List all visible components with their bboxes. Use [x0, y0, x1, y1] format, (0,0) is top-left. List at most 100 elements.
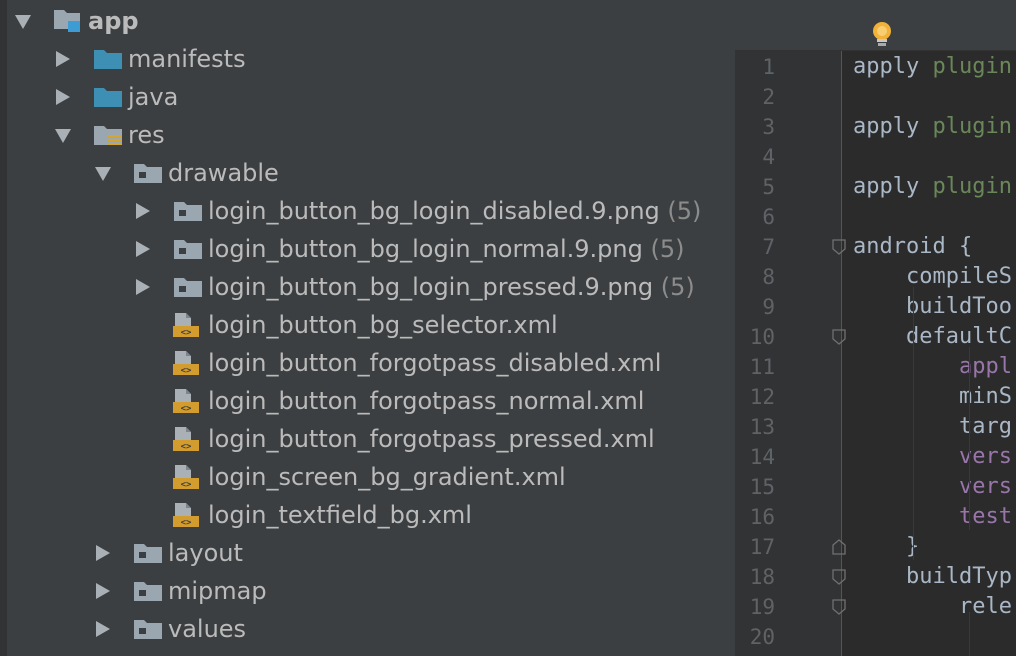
tree-row[interactable]: <> login_button_bg_selector.xml	[0, 306, 735, 344]
line-number: 6	[762, 205, 775, 229]
svg-text:<>: <>	[181, 366, 192, 375]
tree-row[interactable]: <> login_textfield_bg.xml	[0, 496, 735, 534]
xml-file-icon: <>	[171, 503, 201, 528]
tree-row-label: login_button_forgotpass_pressed.xml	[208, 423, 655, 455]
gray-folder-icon	[173, 275, 203, 299]
tree-row[interactable]: app	[0, 2, 735, 40]
code-editor[interactable]: 1 2 3 4 5 6 7 8 9 10 11 12 13 14 15 16 17 18 19 20 apply pl…	[735, 0, 1016, 656]
code-token: plugin	[932, 174, 1012, 199]
collapse-arrow-icon[interactable]	[55, 129, 71, 143]
tree-row-label: login_button_bg_login_disabled.9.png (5)	[208, 195, 701, 227]
code-line[interactable]: defaultC	[853, 322, 1012, 352]
tree-row[interactable]: login_button_bg_login_normal.9.png (5)	[0, 230, 735, 268]
code-line[interactable]: rele	[853, 592, 1012, 622]
line-number: 2	[762, 85, 775, 109]
tree-row[interactable]: manifests	[0, 40, 735, 78]
code-token: vers	[958, 474, 1012, 499]
xml-file-icon: <>	[171, 389, 201, 414]
tree-item-name: login_button_bg_login_pressed.9.png	[208, 273, 654, 301]
tree-row[interactable]: <> login_button_forgotpass_pressed.xml	[0, 420, 735, 458]
tree-item-name: login_button_bg_selector.xml	[208, 311, 558, 339]
code-line[interactable]: compileS	[853, 262, 1012, 292]
tree-item-name: manifests	[128, 45, 246, 73]
code-token: appl	[958, 354, 1012, 379]
code-line[interactable]: buildToo	[853, 292, 1012, 322]
code-line[interactable]: apply plugin	[853, 172, 1012, 202]
line-number: 17	[749, 535, 775, 559]
tree-row-label: layout	[168, 537, 243, 569]
fold-start-icon[interactable]	[832, 569, 846, 585]
tree-item-name: values	[168, 615, 247, 643]
code-line[interactable]: vers	[853, 442, 1012, 472]
code-line[interactable]: test	[853, 502, 1012, 532]
fold-start-icon[interactable]	[832, 239, 846, 255]
fold-end-icon[interactable]	[832, 539, 846, 555]
code-token: minS	[853, 384, 1012, 409]
tree-item-name: login_button_forgotpass_normal.xml	[208, 387, 645, 415]
xml-file-icon: <>	[171, 465, 201, 490]
expand-arrow-icon[interactable]	[136, 241, 150, 257]
indent-guide	[913, 287, 914, 560]
line-number: 1	[762, 55, 775, 79]
project-tree-panel[interactable]: app manifests java res drawable login_button_…	[0, 0, 735, 656]
line-number: 20	[749, 625, 775, 649]
tree-row[interactable]: login_button_bg_login_disabled.9.png (5)	[0, 192, 735, 230]
indent-guide	[969, 347, 970, 530]
collapse-arrow-icon[interactable]	[15, 15, 31, 29]
line-number: 15	[749, 475, 775, 499]
code-line[interactable]: }	[853, 532, 919, 562]
code-line[interactable]: buildTyp	[853, 562, 1012, 592]
tree-row[interactable]: values	[0, 610, 735, 648]
tree-row-label: drawable	[168, 157, 279, 189]
tree-row[interactable]: layout	[0, 534, 735, 572]
line-number: 4	[762, 145, 775, 169]
gray-folder-icon	[133, 541, 163, 565]
lightbulb-icon[interactable]	[869, 20, 895, 50]
fold-start-icon[interactable]	[832, 599, 846, 615]
line-number: 5	[762, 175, 775, 199]
code-line[interactable]: vers	[853, 472, 1012, 502]
tree-row[interactable]: java	[0, 78, 735, 116]
xml-file-icon: <>	[171, 313, 201, 338]
expand-arrow-icon[interactable]	[96, 545, 110, 561]
code-line[interactable]: appl	[853, 352, 1012, 382]
tree-row[interactable]: login_button_bg_login_pressed.9.png (5)	[0, 268, 735, 306]
expand-arrow-icon[interactable]	[96, 583, 110, 599]
fold-start-icon[interactable]	[832, 329, 846, 345]
code-token: }	[853, 534, 920, 559]
code-line[interactable]: android {	[853, 232, 972, 262]
expand-arrow-icon[interactable]	[56, 51, 70, 67]
line-number: 7	[762, 235, 775, 259]
tree-row-label: app	[88, 5, 139, 37]
code-token: defaultC	[853, 324, 1012, 349]
tree-row[interactable]: mipmap	[0, 572, 735, 610]
code-token: rele	[853, 594, 1012, 619]
tree-row[interactable]: <> login_screen_bg_gradient.xml	[0, 458, 735, 496]
tree-row-label: login_button_bg_selector.xml	[208, 309, 558, 341]
code-line[interactable]: minS	[853, 382, 1012, 412]
tree-row[interactable]: res	[0, 116, 735, 154]
tree-row[interactable]: <> login_button_forgotpass_disabled.xml	[0, 344, 735, 382]
code-line[interactable]: targ	[853, 412, 1012, 442]
collapse-arrow-icon[interactable]	[95, 167, 111, 181]
expand-arrow-icon[interactable]	[96, 621, 110, 637]
expand-arrow-icon[interactable]	[56, 89, 70, 105]
expand-arrow-icon[interactable]	[136, 203, 150, 219]
tree-item-name: drawable	[168, 159, 279, 187]
expand-arrow-icon[interactable]	[136, 279, 150, 295]
tree-row-label: login_button_forgotpass_normal.xml	[208, 385, 644, 417]
code-line[interactable]: apply plugin	[853, 52, 1012, 82]
code-token: apply	[853, 114, 933, 139]
tree-row-label: manifests	[128, 43, 246, 75]
folder-icon	[93, 85, 123, 109]
resource-folder-icon	[93, 123, 123, 147]
tree-row[interactable]: <> login_button_forgotpass_normal.xml	[0, 382, 735, 420]
tree-row-label: res	[128, 119, 165, 151]
gray-folder-icon	[133, 161, 163, 185]
gray-folder-icon	[133, 579, 163, 603]
code-token: plugin	[932, 114, 1012, 139]
tree-row[interactable]: drawable	[0, 154, 735, 192]
code-line[interactable]: apply plugin	[853, 112, 1012, 142]
